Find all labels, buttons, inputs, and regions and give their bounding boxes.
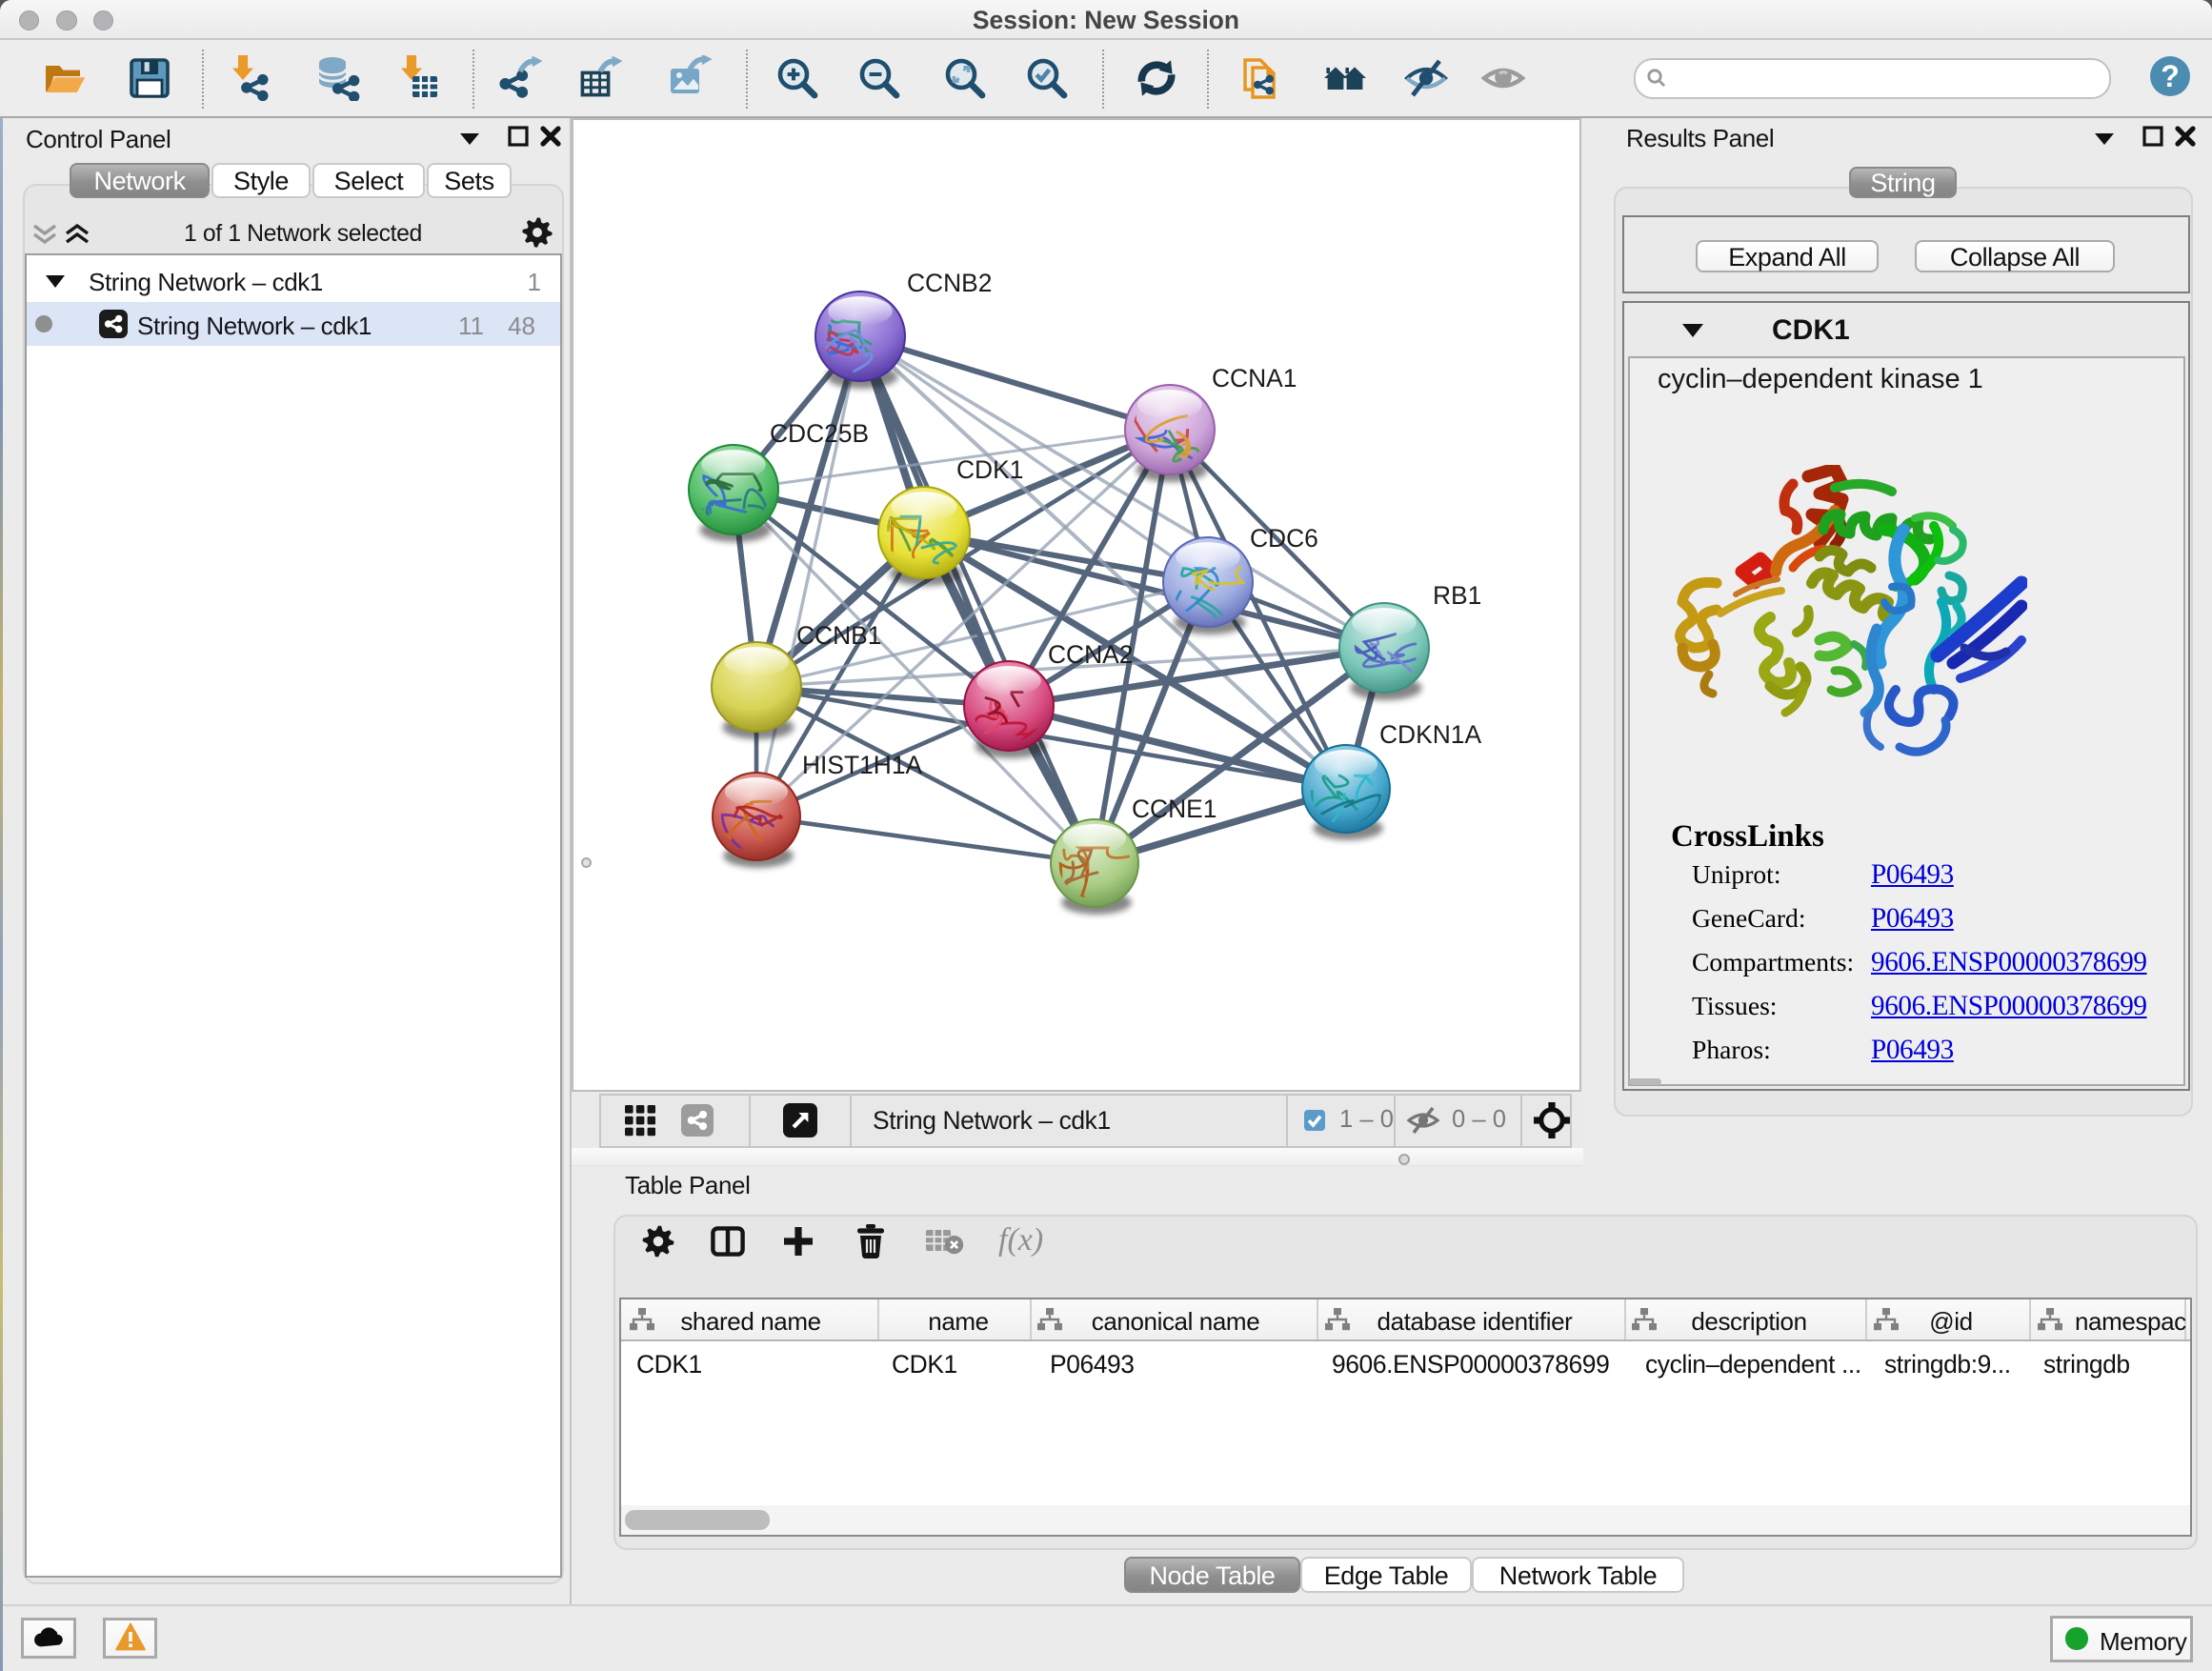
svg-text:HIST1H1A: HIST1H1A	[802, 751, 923, 779]
svg-text:CDC6: CDC6	[1250, 524, 1318, 553]
svg-text:CCNB2: CCNB2	[907, 269, 992, 297]
svg-text:CCNA1: CCNA1	[1212, 364, 1297, 393]
svg-text:CDKN1A: CDKN1A	[1379, 720, 1481, 749]
svg-text:CCNE1: CCNE1	[1132, 795, 1217, 823]
svg-text:CDK1: CDK1	[956, 455, 1023, 484]
svg-text:CCNB1: CCNB1	[796, 621, 881, 650]
svg-text:RB1: RB1	[1433, 581, 1481, 610]
svg-text:CCNA2: CCNA2	[1048, 640, 1133, 669]
svg-text:CDC25B: CDC25B	[770, 419, 869, 448]
